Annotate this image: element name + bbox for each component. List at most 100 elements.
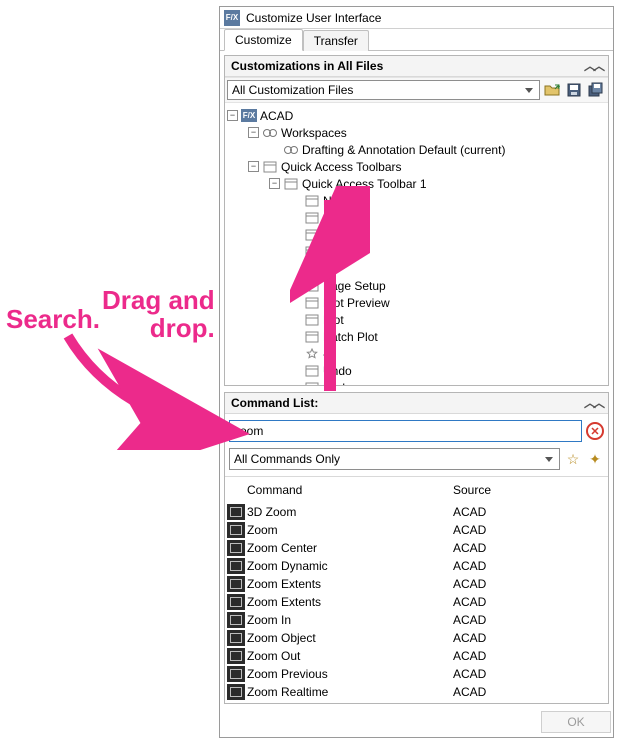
node-label: Drafting & Annotation Default (current) — [302, 143, 505, 157]
tree-item-batch-plot[interactable]: Batch Plot — [227, 328, 608, 345]
node-label: -- — [323, 262, 331, 276]
command-source: ACAD — [453, 595, 608, 609]
command-name: Zoom In — [247, 613, 453, 627]
expander-icon — [290, 280, 301, 291]
command-row[interactable]: ZoomACAD — [225, 521, 608, 539]
file-selector-row: All Customization Files + — [225, 77, 608, 103]
favorite-icon[interactable]: ☆ — [564, 450, 582, 468]
node-label: Quick Access Toolbar 1 — [302, 177, 427, 191]
command-icon — [227, 540, 245, 556]
node-icon — [262, 160, 278, 174]
expander-icon[interactable]: − — [248, 127, 259, 138]
panel-command-list: Command List: ︿︿ ✕ All Commands Only ☆ ✦… — [224, 392, 609, 704]
filter-row: All Commands Only ☆ ✦ — [225, 446, 608, 477]
annotation-drag: Drag and drop. — [102, 286, 215, 342]
node-label: Workspaces — [281, 126, 347, 140]
tree-item-redo[interactable]: Redo — [227, 379, 608, 385]
node-icon — [304, 347, 320, 361]
node-icon — [304, 381, 320, 386]
tree-item-new[interactable]: New — [227, 192, 608, 209]
command-row[interactable]: Zoom CenterACAD — [225, 539, 608, 557]
command-name: Zoom Extents — [247, 577, 453, 591]
command-table-headers: Command Source — [225, 477, 608, 503]
tree-item-separator[interactable]: -- — [227, 260, 608, 277]
command-name: Zoom Previous — [247, 667, 453, 681]
tree-root-acad[interactable]: −F/XACAD — [227, 107, 608, 124]
expander-icon — [290, 382, 301, 385]
expander-icon[interactable]: − — [248, 161, 259, 172]
node-label: Page Setup — [323, 279, 386, 293]
command-row[interactable]: Zoom ExtentsACAD — [225, 593, 608, 611]
ok-label: OK — [567, 715, 584, 729]
command-row[interactable]: 3D ZoomACAD — [225, 503, 608, 521]
command-table[interactable]: Command Source 3D ZoomACADZoomACADZoom C… — [225, 477, 608, 703]
node-label: Batch Plot — [323, 330, 378, 344]
command-row[interactable]: Zoom OutACAD — [225, 647, 608, 665]
command-name: Zoom Center — [247, 541, 453, 555]
file-selector[interactable]: All Customization Files — [227, 80, 540, 100]
tab-transfer[interactable]: Transfer — [303, 30, 369, 51]
command-icon — [227, 558, 245, 574]
node-label: Plot Preview — [323, 296, 390, 310]
tab-customize[interactable]: Customize — [224, 29, 303, 51]
tree-item-separator[interactable]: -- — [227, 345, 608, 362]
tree-item-saveas[interactable]: SaveAs — [227, 243, 608, 260]
node-icon — [262, 126, 278, 140]
tree-item-plot-preview[interactable]: Plot Preview — [227, 294, 608, 311]
command-name: Zoom Out — [247, 649, 453, 663]
save-all-icon[interactable] — [586, 80, 606, 100]
filter-selector[interactable]: All Commands Only — [229, 448, 560, 470]
tree-qat-group[interactable]: − Quick Access Toolbars — [227, 158, 608, 175]
tab-label: Customize — [235, 33, 292, 47]
tree-item-page-setup[interactable]: Page Setup — [227, 277, 608, 294]
node-label: ACAD — [260, 109, 293, 123]
node-icon — [304, 245, 320, 259]
command-row[interactable]: Zoom ExtentsACAD — [225, 575, 608, 593]
panel-header-customizations[interactable]: Customizations in All Files ︿︿ — [225, 56, 608, 77]
panel-title: Customizations in All Files — [231, 59, 383, 73]
search-input[interactable] — [229, 420, 582, 442]
node-icon — [304, 364, 320, 378]
command-row[interactable]: Zoom PreviousACAD — [225, 665, 608, 683]
tab-strip: Customize Transfer — [220, 29, 613, 51]
command-source: ACAD — [453, 631, 608, 645]
expander-icon[interactable]: − — [269, 178, 280, 189]
panel-header-commands[interactable]: Command List: ︿︿ — [225, 393, 608, 414]
command-source: ACAD — [453, 559, 608, 573]
node-icon — [304, 330, 320, 344]
tree-workspace-default[interactable]: Drafting & Annotation Default (current) — [227, 141, 608, 158]
node-label: Quick Access Toolbars — [281, 160, 402, 174]
command-icon — [227, 504, 245, 520]
expander-icon — [290, 263, 301, 274]
command-source: ACAD — [453, 667, 608, 681]
tree-workspaces[interactable]: − Workspaces — [227, 124, 608, 141]
save-icon[interactable] — [564, 80, 584, 100]
command-row[interactable]: Zoom DynamicACAD — [225, 557, 608, 575]
filter-value: All Commands Only — [234, 452, 340, 466]
tree-item-undo[interactable]: Undo — [227, 362, 608, 379]
command-row[interactable]: Zoom ObjectACAD — [225, 629, 608, 647]
tree-qat-1[interactable]: − Quick Access Toolbar 1 — [227, 175, 608, 192]
command-source: ACAD — [453, 577, 608, 591]
command-name: Zoom Extents — [247, 595, 453, 609]
expander-icon[interactable]: − — [227, 110, 238, 121]
open-file-icon[interactable]: + — [542, 80, 562, 100]
command-row[interactable]: Zoom RealtimeACAD — [225, 683, 608, 701]
search-row: ✕ — [225, 414, 608, 446]
collapse-icon: ︿︿ — [584, 62, 602, 70]
node-label: Undo — [323, 364, 352, 378]
command-name: Zoom Dynamic — [247, 559, 453, 573]
tab-label: Transfer — [314, 34, 358, 48]
customization-tree[interactable]: −F/XACAD−WorkspacesDrafting & Annotation… — [225, 103, 608, 385]
clear-search-icon[interactable]: ✕ — [586, 422, 604, 440]
node-label: SaveAs — [323, 245, 364, 259]
new-command-icon[interactable]: ✦ — [586, 450, 604, 468]
tree-item-save[interactable]: Save — [227, 226, 608, 243]
tree-item-open[interactable]: Open — [227, 209, 608, 226]
tree-item-plot[interactable]: Plot — [227, 311, 608, 328]
ok-button[interactable]: OK — [541, 711, 611, 733]
file-selector-value: All Customization Files — [232, 83, 353, 97]
expander-icon — [290, 365, 301, 376]
command-row[interactable]: Zoom InACAD — [225, 611, 608, 629]
command-source: ACAD — [453, 613, 608, 627]
